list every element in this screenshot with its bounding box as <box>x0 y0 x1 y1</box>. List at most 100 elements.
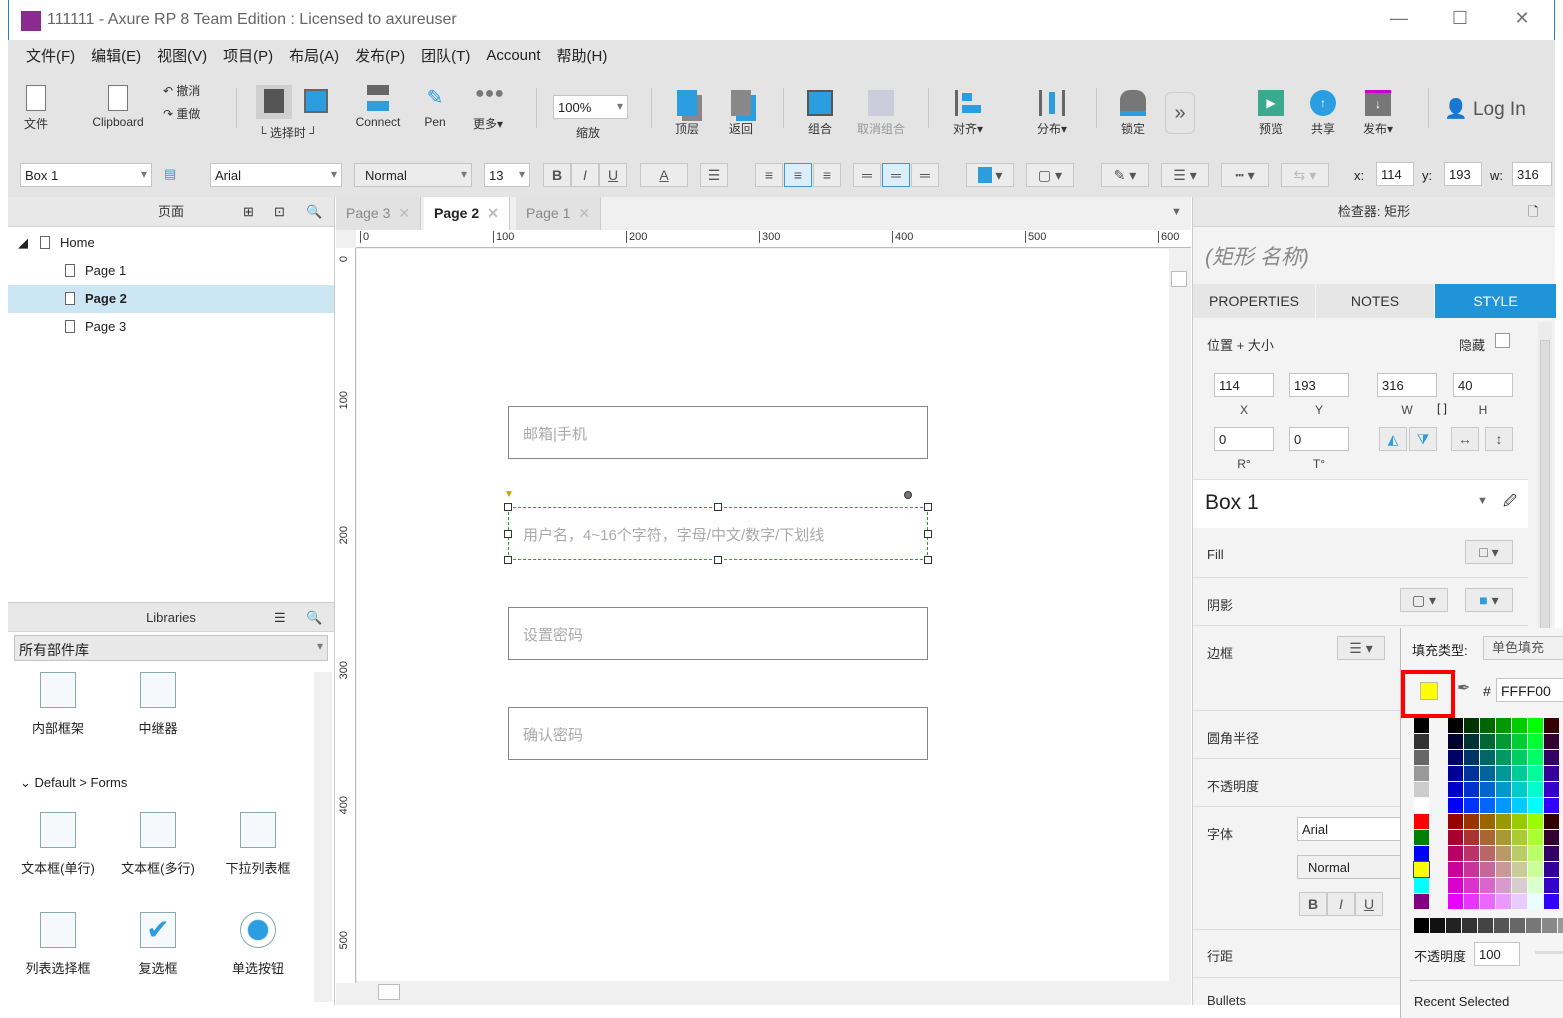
grey-swatch[interactable] <box>1446 918 1461 933</box>
color-swatch[interactable] <box>1528 750 1543 765</box>
color-swatch[interactable] <box>1480 766 1495 781</box>
widget-list-box[interactable]: 列表选择框 <box>13 912 103 977</box>
color-swatch[interactable] <box>1480 862 1495 877</box>
rotate-handle[interactable] <box>904 491 912 499</box>
color-swatch[interactable] <box>1480 718 1495 733</box>
file-button[interactable]: 文件 <box>16 85 56 132</box>
color-swatch[interactable] <box>1464 766 1479 781</box>
color-swatch[interactable] <box>1448 894 1463 909</box>
menu-file[interactable]: 文件(F) <box>18 45 83 66</box>
color-swatch[interactable] <box>1413 861 1430 878</box>
color-swatch[interactable] <box>1544 862 1559 877</box>
color-swatch[interactable] <box>1414 878 1429 893</box>
color-swatch[interactable] <box>1464 782 1479 797</box>
distribute-button[interactable]: 分布▾ <box>1030 90 1074 137</box>
color-swatch[interactable] <box>1496 862 1511 877</box>
color-swatch[interactable] <box>1528 830 1543 845</box>
minimize-button[interactable]: — <box>1384 8 1414 29</box>
color-swatch[interactable] <box>1414 750 1429 765</box>
color-swatch[interactable] <box>1528 846 1543 861</box>
shadow-button[interactable]: ▢ ▾ <box>1026 163 1074 187</box>
opacity-slider[interactable] <box>1535 951 1563 954</box>
edit-style-icon[interactable]: 🖉 <box>1503 492 1517 514</box>
color-swatch[interactable] <box>1480 878 1495 893</box>
menu-arrange[interactable]: 布局(A) <box>281 45 347 66</box>
zoom-select[interactable]: 100% <box>553 95 628 119</box>
line-width-button[interactable]: ☰ ▾ <box>1161 163 1209 187</box>
resize-handle[interactable] <box>504 503 512 511</box>
color-swatch[interactable] <box>1512 782 1527 797</box>
lock-aspect-icon[interactable]: [ ] <box>1437 401 1447 415</box>
w-input[interactable]: 316 <box>1377 373 1437 397</box>
italic-button[interactable]: I <box>571 163 599 187</box>
library-section-forms[interactable]: ⌄ Default > Forms <box>20 775 127 791</box>
font-style-select[interactable]: Normal <box>354 163 472 187</box>
color-swatch[interactable] <box>1448 862 1463 877</box>
color-swatch[interactable] <box>1528 782 1543 797</box>
color-swatch[interactable] <box>1448 766 1463 781</box>
menu-view[interactable]: 视图(V) <box>149 45 215 66</box>
page-item-page-2[interactable]: Page 2 <box>8 285 334 313</box>
redo-button[interactable]: ↷ 重做 <box>163 105 200 122</box>
color-swatch[interactable] <box>1544 894 1559 909</box>
widget-repeater[interactable]: 中继器 <box>113 672 203 737</box>
color-swatch[interactable] <box>1464 846 1479 861</box>
eyedropper-icon[interactable]: ✒ <box>1457 678 1470 698</box>
flip-vertical-button[interactable]: ⧩ <box>1409 427 1437 451</box>
resize-handle[interactable] <box>924 503 932 511</box>
notes-icon[interactable]: 🗋 <box>1528 197 1538 227</box>
corner-radius-handle-icon[interactable]: ▼ <box>504 489 514 500</box>
resize-handle[interactable] <box>714 503 722 511</box>
scroll-thumb[interactable] <box>378 984 400 1000</box>
grey-swatch[interactable] <box>1542 918 1557 933</box>
align-center-button[interactable]: ≡ <box>784 163 812 187</box>
widget-checkbox[interactable]: ✔ 复选框 <box>113 912 203 977</box>
menu-help[interactable]: 帮助(H) <box>549 45 616 66</box>
align-top-button[interactable]: ═ <box>853 163 881 187</box>
widget-style-icon[interactable]: ▤ <box>164 166 176 182</box>
email-phone-textbox[interactable]: 邮箱|手机 <box>508 406 928 459</box>
y-input[interactable]: 193 <box>1289 373 1349 397</box>
current-color-swatch[interactable] <box>1420 682 1438 700</box>
color-swatch[interactable] <box>1512 766 1527 781</box>
color-swatch[interactable] <box>1414 718 1429 733</box>
close-tab-icon[interactable]: ✕ <box>487 205 499 221</box>
library-scrollbar[interactable] <box>314 672 332 1002</box>
more-button[interactable]: ●●● 更多▾ <box>468 85 508 132</box>
color-swatch[interactable] <box>1544 718 1559 733</box>
color-swatch[interactable] <box>1496 718 1511 733</box>
color-swatch[interactable] <box>1496 782 1511 797</box>
resize-handle[interactable] <box>924 556 932 564</box>
grey-swatch[interactable] <box>1430 918 1445 933</box>
color-swatch[interactable] <box>1414 782 1429 797</box>
color-swatch[interactable] <box>1448 750 1463 765</box>
color-swatch[interactable] <box>1544 766 1559 781</box>
tabs-dropdown-icon[interactable]: ▼ <box>1171 206 1182 218</box>
login-button[interactable]: 👤 Log In <box>1444 97 1526 121</box>
color-swatch[interactable] <box>1448 846 1463 861</box>
color-swatch[interactable] <box>1512 750 1527 765</box>
page-item-page-1[interactable]: Page 1 <box>8 257 334 285</box>
menu-team[interactable]: 团队(T) <box>413 45 478 66</box>
inner-shadow-dropdown[interactable]: ■ ▾ <box>1465 588 1513 612</box>
tab-page-3[interactable]: Page 3 ✕ <box>336 197 422 230</box>
maximize-button[interactable]: ☐ <box>1445 8 1475 29</box>
tab-page-1[interactable]: Page 1 ✕ <box>516 197 602 230</box>
color-swatch[interactable] <box>1464 734 1479 749</box>
bold-button[interactable]: B <box>1299 892 1327 916</box>
color-swatch[interactable] <box>1464 862 1479 877</box>
close-button[interactable]: ✕ <box>1507 8 1537 29</box>
shape-name-input[interactable]: (矩形 名称) <box>1205 241 1309 271</box>
username-textbox[interactable]: 用户名，4~16个字符，字母/中文/数字/下划线 <box>508 507 928 560</box>
ungroup-button[interactable]: 取消组合 <box>851 90 911 137</box>
widget-droplist[interactable]: 下拉列表框 <box>213 812 303 877</box>
border-dropdown[interactable]: ☰ ▾ <box>1337 636 1385 660</box>
color-swatch[interactable] <box>1544 798 1559 813</box>
color-swatch[interactable] <box>1464 798 1479 813</box>
page-item-home[interactable]: ◢ Home <box>8 229 334 257</box>
grey-swatch[interactable] <box>1526 918 1541 933</box>
color-swatch[interactable] <box>1480 830 1495 845</box>
color-swatch[interactable] <box>1464 878 1479 893</box>
color-swatch[interactable] <box>1480 798 1495 813</box>
toolbar-overflow-button[interactable]: » <box>1165 92 1195 134</box>
